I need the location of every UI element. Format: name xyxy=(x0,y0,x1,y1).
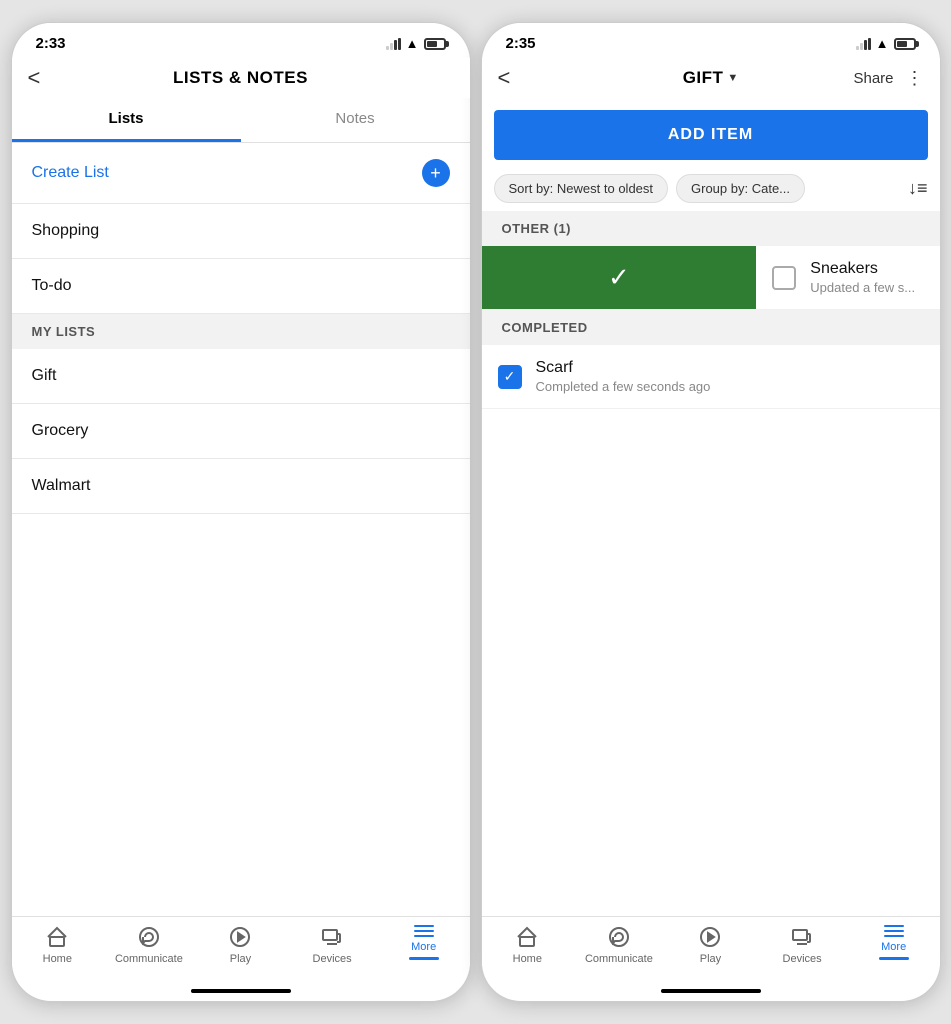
devices-icon-1 xyxy=(320,925,344,949)
scarf-item-row: Scarf Completed a few seconds ago xyxy=(482,345,940,409)
sort-filter[interactable]: Sort by: Newest to oldest xyxy=(494,174,669,203)
swipe-complete-action[interactable]: ✓ xyxy=(482,246,757,309)
scarf-name: Scarf xyxy=(536,359,711,377)
nav-devices-2[interactable]: Devices xyxy=(756,925,848,965)
create-list-row[interactable]: Create List + xyxy=(12,143,470,204)
battery-icon-2 xyxy=(894,38,916,50)
status-bar-1: 2:33 ▲ xyxy=(12,23,470,58)
header-2: < GIFT ▼ Share ⋮ xyxy=(482,58,940,98)
dropdown-arrow: ▼ xyxy=(727,72,738,84)
tab-notes[interactable]: Notes xyxy=(241,98,470,142)
home-icon-1 xyxy=(45,925,69,949)
nav-communicate-label-2: Communicate xyxy=(585,953,653,965)
my-lists-section-header: MY LISTS xyxy=(12,314,470,349)
nav-communicate-1[interactable]: Communicate xyxy=(103,925,195,965)
devices-icon-2 xyxy=(790,925,814,949)
nav-communicate-label-1: Communicate xyxy=(115,953,183,965)
wifi-icon-1: ▲ xyxy=(406,36,419,51)
back-button-1[interactable]: < xyxy=(28,65,41,91)
status-bar-2: 2:35 ▲ xyxy=(482,23,940,58)
nav-home-2[interactable]: Home xyxy=(482,925,574,965)
screen-2: < GIFT ▼ Share ⋮ ADD ITEM Sort by: Newes… xyxy=(482,58,940,1001)
nav-play-1[interactable]: Play xyxy=(195,925,287,965)
nav-devices-label-1: Devices xyxy=(313,953,352,965)
time-2: 2:35 xyxy=(506,35,536,52)
list-item-walmart[interactable]: Walmart xyxy=(12,459,470,514)
more-options-button[interactable]: ⋮ xyxy=(906,68,924,89)
add-item-button[interactable]: ADD ITEM xyxy=(494,110,928,160)
status-icons-1: ▲ xyxy=(386,36,446,51)
sneakers-info: Sneakers Updated a few s... xyxy=(810,260,915,295)
swipe-check-icon: ✓ xyxy=(608,262,630,293)
sneakers-checkbox[interactable] xyxy=(772,266,796,290)
nav-play-label-1: Play xyxy=(230,953,251,965)
completed-section-header: COMPLETED xyxy=(482,310,940,345)
battery-icon-1 xyxy=(424,38,446,50)
other-section-header: OTHER (1) xyxy=(482,211,940,246)
phone-2: 2:35 ▲ < GIFT ▼ xyxy=(481,22,941,1002)
play-icon-1 xyxy=(228,925,252,949)
list-item-shopping[interactable]: Shopping xyxy=(12,204,470,259)
nav-play-2[interactable]: Play xyxy=(665,925,757,965)
sneakers-swipe-row[interactable]: ✓ Sneakers Updated a few s... xyxy=(482,246,940,310)
play-icon-2 xyxy=(698,925,722,949)
more-icon-1 xyxy=(414,925,434,937)
scarf-sub: Completed a few seconds ago xyxy=(536,379,711,394)
nav-communicate-2[interactable]: Communicate xyxy=(573,925,665,965)
status-icons-2: ▲ xyxy=(856,36,916,51)
nav-play-label-2: Play xyxy=(700,953,721,965)
signal-icon-1 xyxy=(386,38,401,50)
nav-more-label-2: More xyxy=(881,941,906,953)
sneakers-item: Sneakers Updated a few s... xyxy=(756,246,939,309)
sneakers-sub: Updated a few s... xyxy=(810,280,915,295)
time-1: 2:33 xyxy=(36,35,66,52)
group-filter[interactable]: Group by: Cate... xyxy=(676,174,805,203)
create-list-button[interactable]: + xyxy=(422,159,450,187)
sneakers-name: Sneakers xyxy=(810,260,915,278)
tab-lists[interactable]: Lists xyxy=(12,98,241,142)
filter-row: Sort by: Newest to oldest Group by: Cate… xyxy=(482,170,940,211)
page-title-1: LISTS & NOTES xyxy=(173,68,308,88)
scarf-checkbox[interactable] xyxy=(498,365,522,389)
nav-more-2[interactable]: More xyxy=(848,925,940,965)
nav-home-1[interactable]: Home xyxy=(12,925,104,965)
nav-devices-1[interactable]: Devices xyxy=(286,925,378,965)
list-item-grocery[interactable]: Grocery xyxy=(12,404,470,459)
page-title-2: GIFT xyxy=(683,68,724,88)
bottom-nav-2: Home Communicate Play xyxy=(482,916,940,985)
scarf-info: Scarf Completed a few seconds ago xyxy=(536,359,711,394)
phone-1: 2:33 ▲ < LISTS & NOTES xyxy=(11,22,471,1002)
share-button[interactable]: Share xyxy=(853,70,893,87)
bottom-nav-1: Home Communicate Play xyxy=(12,916,470,985)
tabs-1: Lists Notes xyxy=(12,98,470,143)
home-icon-2 xyxy=(515,925,539,949)
header-1: < LISTS & NOTES xyxy=(12,58,470,98)
create-list-text: Create List xyxy=(32,164,109,182)
nav-home-label-1: Home xyxy=(43,953,72,965)
nav-devices-label-2: Devices xyxy=(783,953,822,965)
more-icon-2 xyxy=(884,925,904,937)
header-actions-2: Share ⋮ xyxy=(853,68,923,89)
wifi-icon-2: ▲ xyxy=(876,36,889,51)
back-button-2[interactable]: < xyxy=(498,65,511,91)
communicate-icon-2 xyxy=(607,925,631,949)
sort-order-icon[interactable]: ↓≡ xyxy=(908,178,928,199)
list-item-gift[interactable]: Gift xyxy=(12,349,470,404)
list-item-todo[interactable]: To-do xyxy=(12,259,470,314)
signal-icon-2 xyxy=(856,38,871,50)
communicate-icon-1 xyxy=(137,925,161,949)
title-container-2[interactable]: GIFT ▼ xyxy=(683,68,739,88)
nav-more-label-1: More xyxy=(411,941,436,953)
screen-1: < LISTS & NOTES Lists Notes Create List … xyxy=(12,58,470,1001)
nav-home-label-2: Home xyxy=(513,953,542,965)
nav-more-1[interactable]: More xyxy=(378,925,470,965)
